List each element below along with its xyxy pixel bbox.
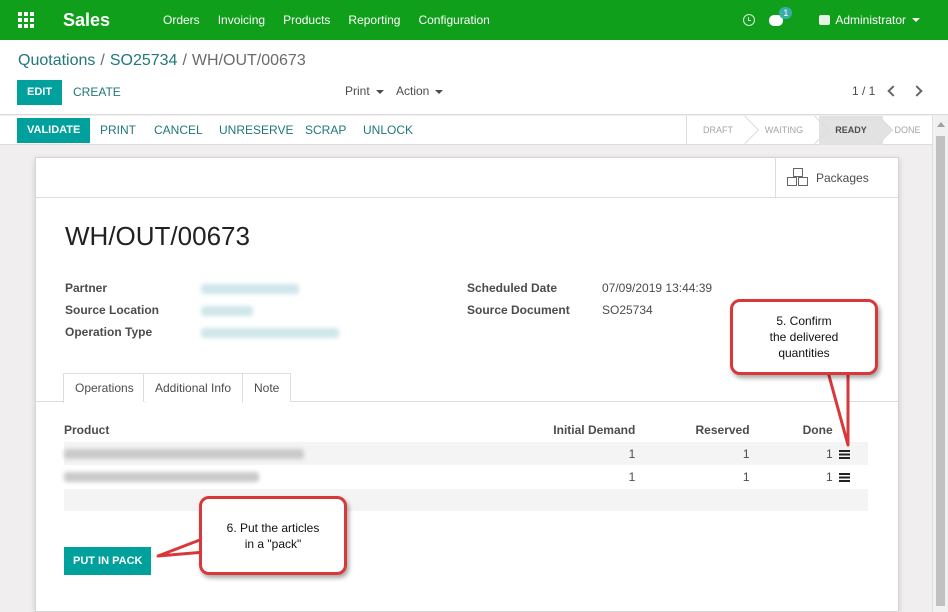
detailed-operations-list-icon[interactable]: [838, 449, 850, 459]
caret-down-icon: [375, 89, 384, 94]
source-document-value: SO25734: [602, 303, 653, 317]
pager-next-icon[interactable]: [911, 85, 923, 97]
operation-type-label: Operation Type: [65, 325, 153, 339]
initial-demand-cell: 1: [521, 442, 636, 465]
breadcrumb: Quotations / SO25734/WH/OUT/00673: [18, 52, 306, 70]
empty-table-row: [64, 489, 868, 511]
done-cell[interactable]: 1: [749, 442, 833, 465]
column-reserved[interactable]: Reserved: [635, 418, 750, 442]
edit-button[interactable]: EDIT: [17, 80, 63, 105]
activity-clock-icon[interactable]: [743, 14, 756, 26]
source-document-label: Source Document: [467, 303, 570, 317]
form-sheet: Packages WH/OUT/00673 Partner Source Loc…: [35, 157, 899, 612]
table-row[interactable]: 1 1 1: [64, 442, 868, 465]
scheduled-date-value: 07/09/2019 13:44:39: [602, 281, 713, 295]
product-name-blurred: [64, 471, 259, 482]
callout-pack-line-1: 6. Put the articles: [226, 520, 320, 535]
app-brand: Sales: [63, 9, 111, 30]
navbar-systray: 1 Administrator: [743, 0, 948, 40]
unlock-button[interactable]: UNLOCK: [363, 123, 413, 137]
column-done[interactable]: Done: [750, 418, 833, 442]
user-name: Administrator: [835, 13, 906, 27]
scroll-up-icon[interactable]: [937, 122, 945, 127]
menu-orders[interactable]: Orders: [163, 13, 200, 27]
print-dropdown-label: Print: [345, 84, 370, 98]
callout-confirm-line-1: 5. Confirm: [776, 314, 832, 328]
detailed-operations-list-icon[interactable]: [838, 472, 850, 482]
cubes-icon: [786, 168, 810, 188]
breadcrumb-quotations[interactable]: Quotations: [18, 52, 95, 69]
status-bar: VALIDATE PRINT CANCEL UNRESERVE SCRAP UN…: [0, 115, 932, 145]
callout-pack-line-2: in a "pack": [244, 536, 302, 551]
operations-table: Product Initial Demand Reserved Done 1 1…: [64, 418, 868, 488]
breadcrumb-separator: /: [182, 52, 187, 69]
print-dropdown[interactable]: Print: [345, 84, 384, 98]
chat-icon[interactable]: 1: [769, 6, 793, 26]
partner-label: Partner: [65, 281, 108, 295]
breadcrumb-so[interactable]: SO25734: [110, 52, 178, 69]
record-title: WH/OUT/00673: [65, 221, 250, 251]
unreserve-button[interactable]: UNRESERVE: [219, 123, 293, 137]
breadcrumb-separator: /: [100, 52, 105, 69]
column-initial-demand[interactable]: Initial Demand: [521, 418, 635, 442]
menu-configuration[interactable]: Configuration: [418, 13, 489, 27]
packages-button[interactable]: Packages: [775, 158, 899, 198]
source-location-label: Source Location: [65, 303, 160, 317]
menu-products[interactable]: Products: [283, 13, 330, 27]
main-menu: Orders Invoicing Products Reporting Conf…: [163, 13, 508, 27]
action-dropdown[interactable]: Action: [396, 84, 444, 98]
stage-pipeline: DRAFT WAITING READY DONE: [686, 115, 932, 145]
vertical-scrollbar[interactable]: [932, 116, 948, 612]
table-row[interactable]: 1 1 1: [64, 465, 868, 488]
tab-note[interactable]: Note: [242, 373, 292, 402]
tab-operations[interactable]: Operations: [63, 373, 146, 403]
scroll-thumb[interactable]: [936, 136, 945, 606]
callout-put-in-pack: 6. Put the articles in a "pack": [199, 496, 347, 575]
action-dropdown-label: Action: [396, 84, 430, 98]
caret-down-icon: [435, 89, 444, 94]
caret-down-icon: [912, 18, 920, 22]
scheduled-date-label: Scheduled Date: [467, 281, 558, 295]
operation-type-value-blurred[interactable]: [201, 328, 339, 338]
cancel-button[interactable]: CANCEL: [154, 123, 203, 137]
callout-confirm-line-3: quantities: [778, 346, 830, 360]
apps-menu-icon[interactable]: [6, 0, 46, 40]
control-panel: Quotations / SO25734/WH/OUT/00673 EDIT CRE…: [0, 40, 948, 115]
source-location-value-blurred[interactable]: [201, 306, 253, 316]
product-name-blurred: [64, 448, 304, 459]
pager-previous-icon[interactable]: [887, 85, 899, 97]
stage-draft: DRAFT: [687, 115, 760, 145]
chat-badge: 1: [779, 6, 793, 19]
done-cell[interactable]: 1: [750, 465, 833, 488]
initial-demand-cell: 1: [628, 469, 636, 484]
breadcrumb-current: WH/OUT/00673: [191, 52, 306, 69]
create-button[interactable]: CREATE: [73, 85, 121, 99]
reserved-cell: 1: [742, 469, 750, 484]
reserved-cell: 1: [635, 442, 750, 465]
tab-additional-info[interactable]: Additional Info: [143, 373, 244, 402]
partner-value-blurred[interactable]: [201, 284, 299, 294]
pager-value[interactable]: 1 / 1: [852, 84, 875, 98]
user-menu[interactable]: Administrator: [819, 13, 920, 27]
menu-invoicing[interactable]: Invoicing: [218, 13, 265, 27]
stage-waiting: WAITING: [749, 115, 830, 145]
smart-button-box: Packages: [36, 158, 898, 198]
print-button[interactable]: PRINT: [100, 123, 136, 137]
menu-reporting[interactable]: Reporting: [348, 13, 400, 27]
callout-confirm-line-2: the delivered: [769, 330, 839, 344]
notebook-tabs: Operations Additional Info Note: [36, 373, 898, 403]
user-avatar-icon: [819, 15, 831, 25]
callout-confirm-quantities: 5. Confirm the delivered quantities: [730, 299, 878, 375]
column-detail: [833, 418, 868, 442]
scrap-button[interactable]: SCRAP: [305, 123, 346, 137]
packages-label: Packages: [816, 171, 869, 185]
column-product[interactable]: Product: [64, 418, 521, 442]
put-in-pack-button[interactable]: PUT IN PACK: [64, 547, 152, 575]
top-navbar: Sales Orders Invoicing Products Reportin…: [0, 0, 948, 40]
validate-button[interactable]: VALIDATE: [17, 118, 91, 143]
